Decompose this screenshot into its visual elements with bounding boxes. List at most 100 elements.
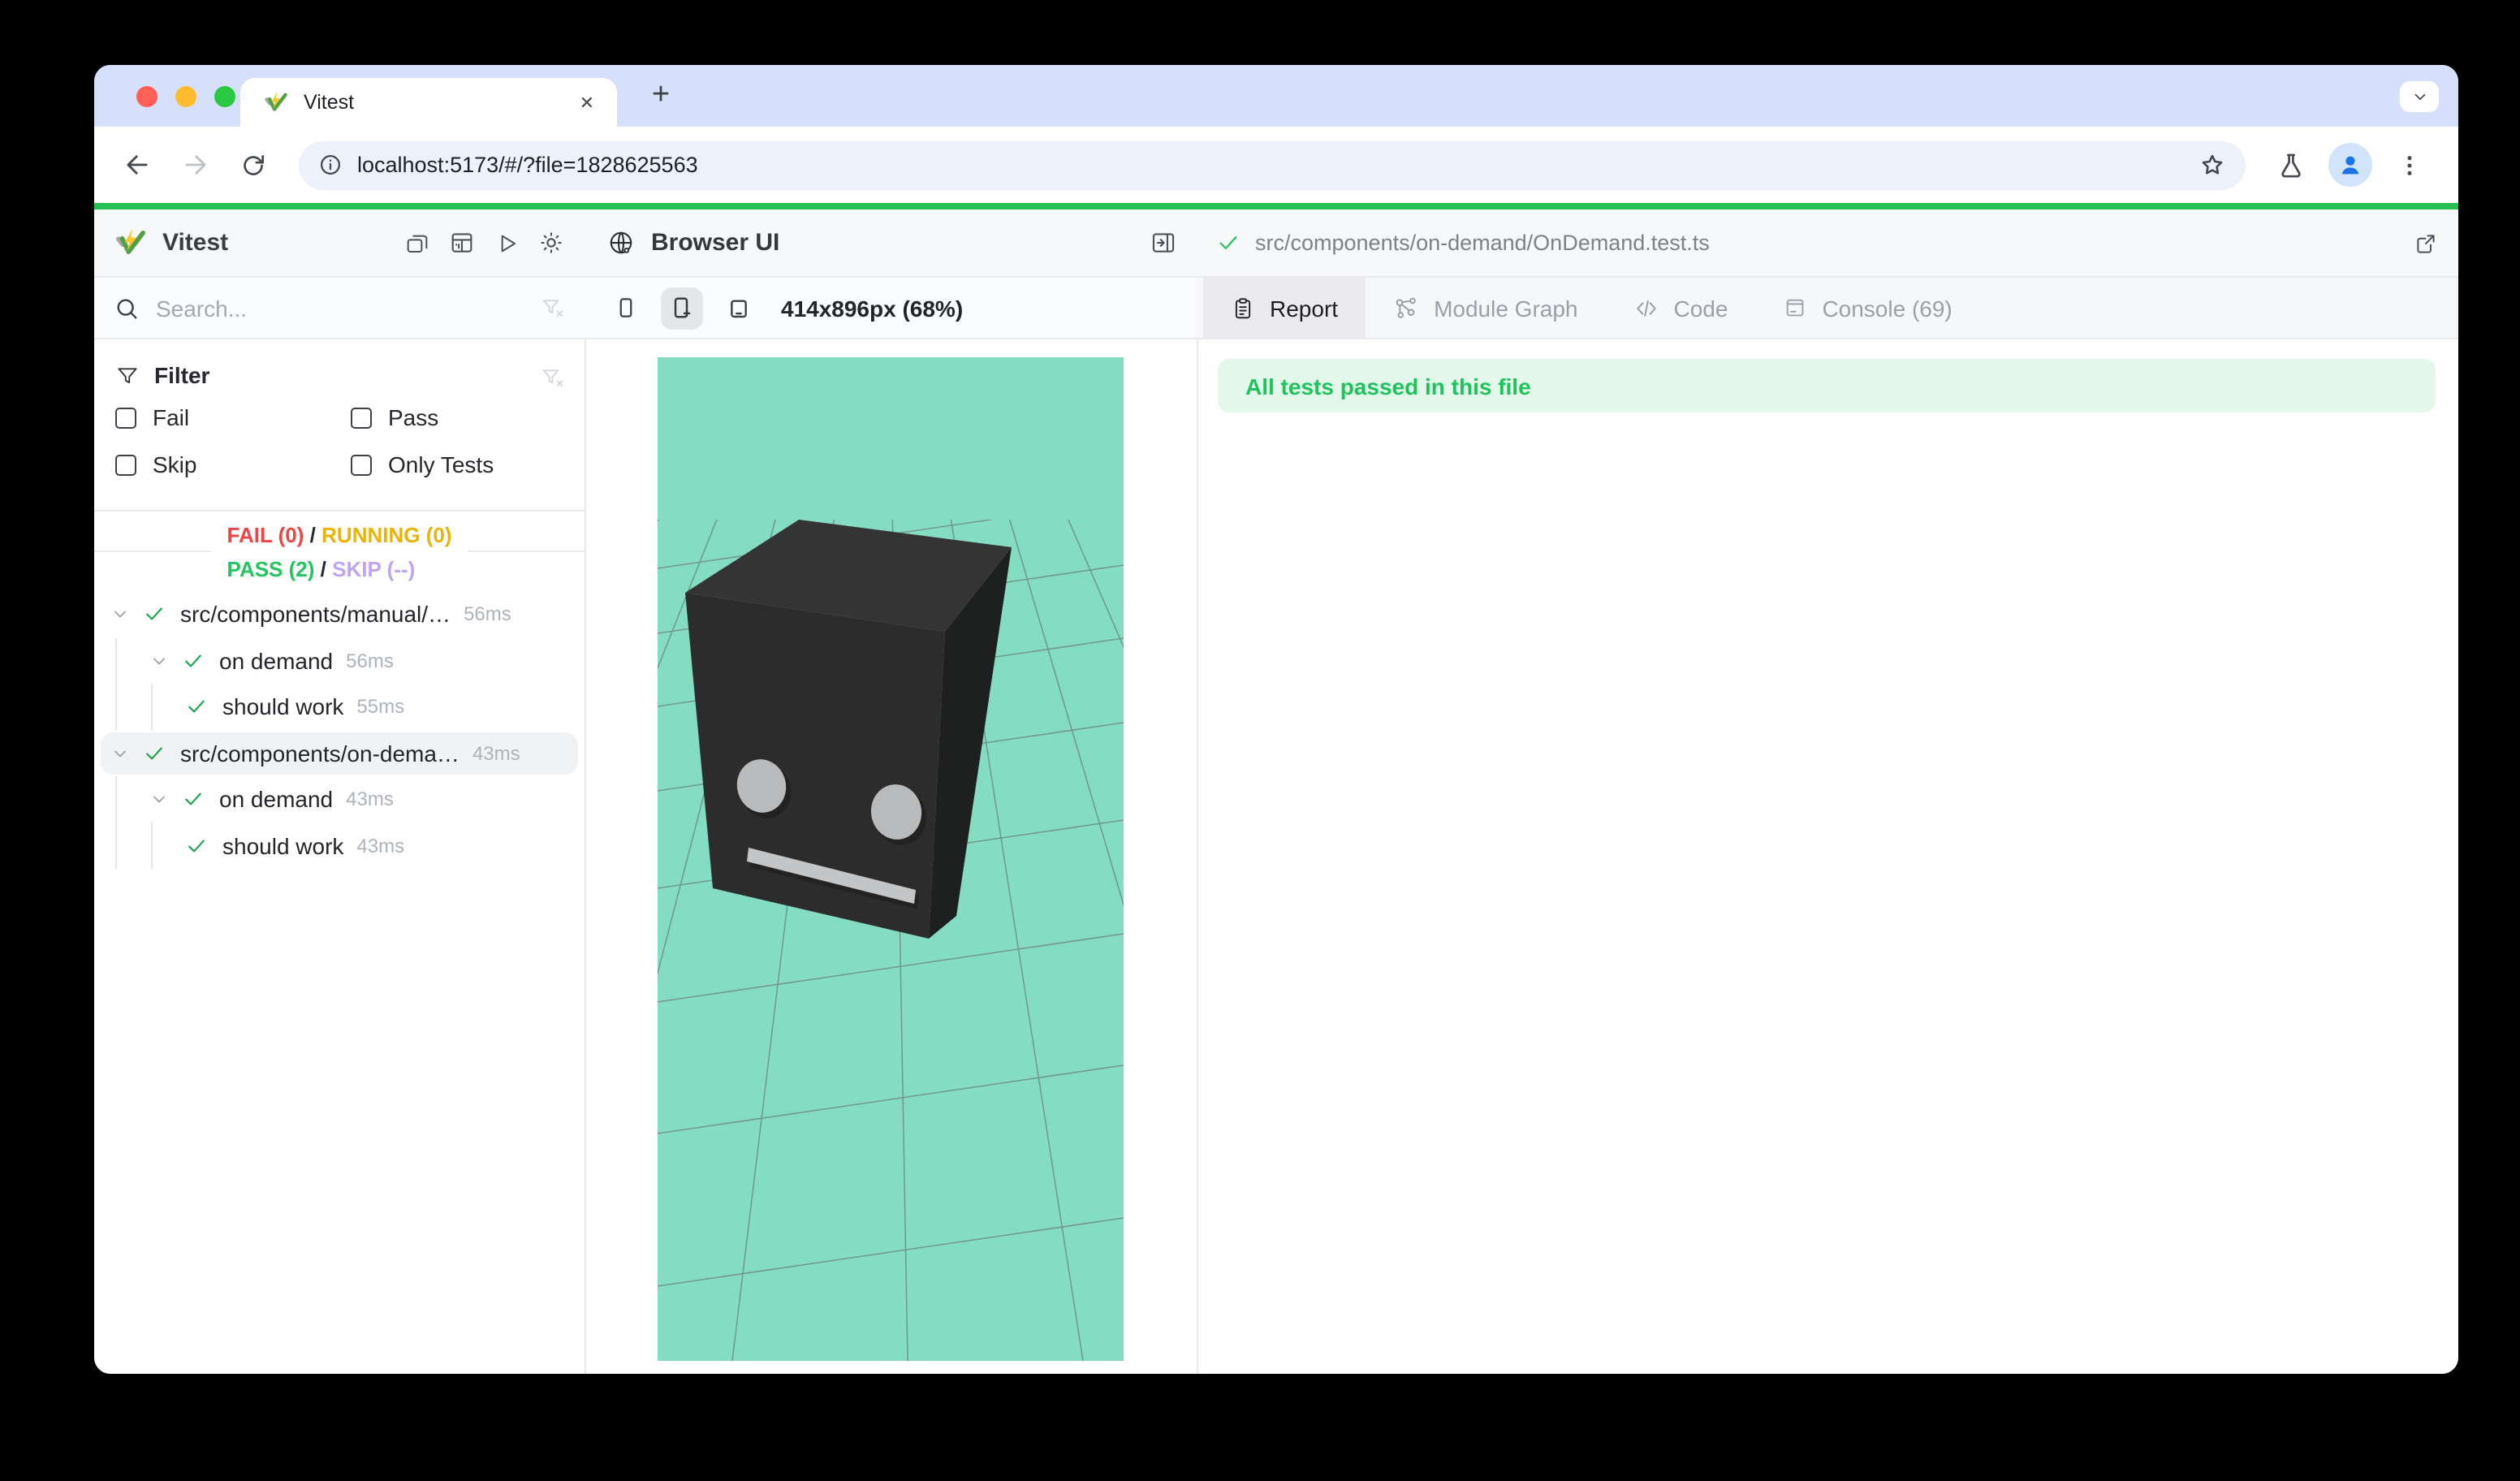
- duration: 43ms: [356, 835, 404, 857]
- vitest-logo: [114, 226, 148, 260]
- report-icon: [1231, 295, 1255, 321]
- dock-panel-icon[interactable]: [1150, 229, 1177, 257]
- open-external-icon[interactable]: [2413, 230, 2439, 256]
- screen: Vitest ✕ + localhost:5173/#/?file=182862…: [0, 0, 2520, 1481]
- zoom-window-button[interactable]: [214, 85, 235, 106]
- viewport-size-label: 414x896px (68%): [781, 295, 963, 321]
- chevron-down-icon[interactable]: [110, 605, 130, 624]
- search-input[interactable]: [156, 295, 481, 321]
- chevron-down-icon[interactable]: [110, 744, 130, 763]
- url-text[interactable]: localhost:5173/#/?file=1828625563: [357, 153, 698, 177]
- test-tree: src/components/manual/… 56ms on demand 5…: [94, 591, 585, 869]
- fail-count: FAIL (0): [227, 522, 304, 546]
- test-progress-bar: [94, 203, 2458, 209]
- test-case-row[interactable]: should work 55ms: [94, 684, 585, 730]
- filter-option-fail[interactable]: Fail: [115, 404, 351, 430]
- window-controls: [136, 85, 235, 106]
- pass-check-icon: [1216, 231, 1241, 255]
- vitest-ui: Vitest Filter: [94, 209, 2458, 1374]
- close-window-button[interactable]: [136, 85, 158, 106]
- tablet-icon[interactable]: [726, 295, 752, 321]
- pass-check-icon: [185, 696, 208, 719]
- skip-count: SKIP (--): [332, 556, 415, 581]
- browser-toolbar: localhost:5173/#/?file=1828625563: [94, 127, 2458, 203]
- duration: 56ms: [346, 650, 394, 672]
- filter-option-only-tests[interactable]: Only Tests: [351, 451, 585, 477]
- browser-ui-header: Browser UI: [585, 209, 1197, 278]
- flask-icon: [2276, 150, 2306, 179]
- search-icon: [114, 295, 140, 321]
- panel-title: Browser UI: [651, 229, 1150, 257]
- filter-title: Filter: [154, 362, 209, 388]
- test-file-row[interactable]: src/components/manual/… 56ms: [94, 591, 585, 637]
- chevron-down-icon: [2410, 88, 2428, 106]
- back-button[interactable]: [114, 142, 159, 188]
- tab-code[interactable]: Code: [1606, 277, 1756, 339]
- reload-button[interactable]: [231, 142, 276, 188]
- sidebar-header: Vitest: [94, 209, 585, 278]
- experiments-button[interactable]: [2268, 142, 2314, 188]
- test-suite-row[interactable]: on demand 43ms: [94, 776, 585, 823]
- code-icon: [1633, 295, 1659, 321]
- tab-module-graph[interactable]: Module Graph: [1366, 277, 1605, 339]
- checkbox-pass[interactable]: [351, 407, 372, 428]
- info-icon[interactable]: [318, 153, 343, 177]
- url-bar[interactable]: localhost:5173/#/?file=1828625563: [299, 140, 2246, 189]
- pass-check-icon: [182, 788, 205, 811]
- file-header: src/components/on-demand/OnDemand.test.t…: [1197, 209, 2458, 278]
- dashboard-icon[interactable]: [448, 229, 476, 257]
- phone-add-icon: [669, 294, 695, 322]
- browser-tab[interactable]: Vitest ✕: [240, 78, 617, 127]
- bookmark-star-icon[interactable]: [2199, 151, 2226, 179]
- tab-search-button[interactable]: [2400, 81, 2439, 112]
- filter-icon: [115, 363, 140, 387]
- kebab-menu-icon: [2397, 152, 2423, 178]
- running-count: RUNNING (0): [321, 522, 451, 546]
- module-graph-icon: [1393, 295, 1419, 321]
- person-icon: [2337, 151, 2364, 179]
- filter-option-pass[interactable]: Pass: [351, 404, 585, 430]
- chevron-down-icon[interactable]: [149, 651, 169, 671]
- pass-check-icon: [182, 650, 205, 672]
- run-all-icon[interactable]: [494, 230, 520, 256]
- device-toolbar: 414x896px (68%): [585, 278, 1197, 339]
- tab-console[interactable]: Console (69): [1755, 277, 1979, 339]
- file-path: src/components/on-demand/OnDemand.test.t…: [1255, 231, 2413, 255]
- tab-strip: Vitest ✕ +: [94, 65, 2458, 127]
- clear-search-filter-icon[interactable]: [541, 296, 565, 320]
- new-tab-button[interactable]: +: [640, 75, 682, 117]
- report-tabs: Report Module Graph Code Console (69): [1197, 278, 2458, 339]
- forward-icon: [179, 149, 210, 180]
- menu-button[interactable]: [2387, 142, 2432, 188]
- tab-report[interactable]: Report: [1203, 277, 1366, 339]
- minimize-window-button[interactable]: [175, 85, 196, 106]
- checkbox-skip[interactable]: [115, 454, 136, 475]
- profile-avatar[interactable]: [2328, 143, 2372, 187]
- tab-title: Vitest: [304, 91, 573, 114]
- tested-app-viewport[interactable]: [658, 357, 1124, 1361]
- checkbox-fail[interactable]: [115, 407, 136, 428]
- test-suite-row[interactable]: on demand 56ms: [94, 637, 585, 684]
- pass-count: PASS (2): [227, 556, 315, 581]
- device-preset-selected[interactable]: [661, 287, 703, 329]
- chevron-down-icon[interactable]: [149, 790, 169, 810]
- test-case-row[interactable]: should work 43ms: [94, 823, 585, 869]
- browser-window: Vitest ✕ + localhost:5173/#/?file=182862…: [94, 65, 2458, 1374]
- report-panel: src/components/on-demand/OnDemand.test.t…: [1197, 209, 2458, 1374]
- vitest-favicon: [263, 89, 289, 115]
- reload-icon: [239, 150, 268, 179]
- test-file-row-selected[interactable]: src/components/on-dema… 43ms: [94, 730, 585, 776]
- phone-portrait-icon[interactable]: [614, 294, 638, 322]
- all-passed-banner: All tests passed in this file: [1218, 359, 2436, 412]
- checkbox-only-tests[interactable]: [351, 454, 372, 475]
- collapse-panels-icon[interactable]: [404, 230, 430, 256]
- sidebar: Vitest Filter: [94, 209, 585, 1374]
- theme-toggle-icon[interactable]: [537, 229, 565, 257]
- duration: 55ms: [356, 696, 404, 719]
- close-tab-icon[interactable]: ✕: [573, 89, 601, 116]
- pass-check-icon: [185, 835, 208, 857]
- clear-filter-icon[interactable]: [541, 365, 565, 390]
- duration: 56ms: [464, 603, 511, 626]
- filter-option-skip[interactable]: Skip: [115, 451, 351, 477]
- forward-button[interactable]: [172, 142, 218, 188]
